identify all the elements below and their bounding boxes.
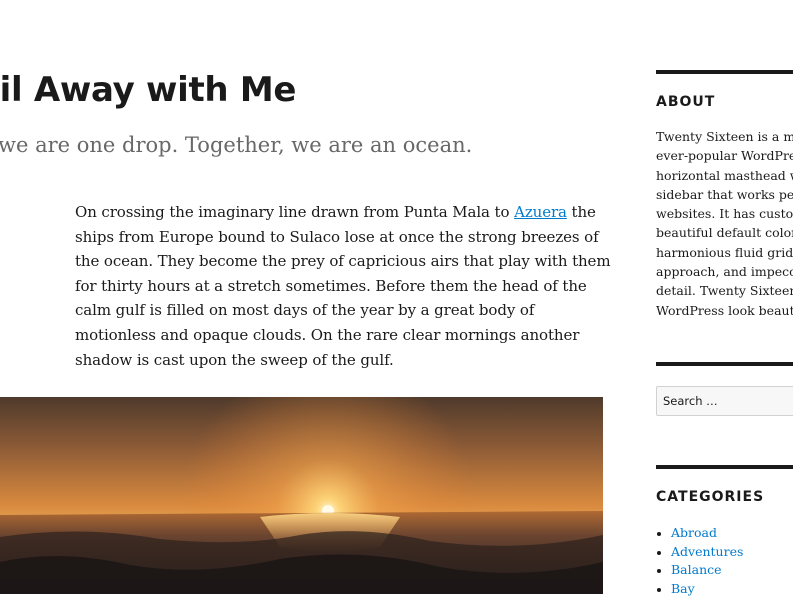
categories-divider bbox=[656, 465, 793, 469]
post-body-text: On crossing the imaginary line drawn fro… bbox=[75, 203, 514, 221]
about-line: approach, and impeccab bbox=[656, 262, 793, 281]
about-line: beautiful default color s bbox=[656, 223, 793, 242]
sunset-ocean-image bbox=[0, 397, 603, 594]
category-item: Abroad bbox=[656, 524, 743, 543]
search-field bbox=[656, 386, 793, 416]
about-line: detail. Twenty Sixteen w bbox=[656, 281, 793, 300]
post-title: ail Away with Me bbox=[0, 70, 296, 110]
category-item: Balance bbox=[656, 561, 743, 580]
category-item: Bay bbox=[656, 580, 743, 598]
about-heading: ABOUT bbox=[656, 94, 715, 110]
about-line: websites. It has custom bbox=[656, 204, 793, 223]
categories-list: Abroad Adventures Balance Bay bbox=[656, 524, 743, 598]
azuera-link[interactable]: Azuera bbox=[514, 203, 567, 221]
search-input[interactable] bbox=[657, 387, 793, 415]
about-line: horizontal masthead wit bbox=[656, 166, 793, 185]
about-line: ever-popular WordPress bbox=[656, 146, 793, 165]
about-text: Twenty Sixteen is a mod ever-popular Wor… bbox=[656, 127, 793, 320]
search-divider bbox=[656, 362, 793, 366]
category-item: Adventures bbox=[656, 543, 743, 562]
about-line: WordPress look beautifu bbox=[656, 301, 793, 320]
post-body: On crossing the imaginary line drawn fro… bbox=[75, 200, 615, 372]
about-line: Twenty Sixteen is a mod bbox=[656, 127, 793, 146]
post-body-text-continued: the ships from Europe bound to Sulaco lo… bbox=[75, 203, 610, 369]
about-line: sidebar that works perfe bbox=[656, 185, 793, 204]
about-line: harmonious fluid grid us bbox=[656, 243, 793, 262]
about-divider bbox=[656, 70, 793, 74]
categories-heading: CATEGORIES bbox=[656, 489, 764, 505]
category-link-balance[interactable]: Balance bbox=[671, 562, 722, 577]
post-subtitle: we are one drop. Together, we are an oce… bbox=[0, 133, 472, 157]
category-link-bay[interactable]: Bay bbox=[671, 581, 695, 596]
category-link-abroad[interactable]: Abroad bbox=[671, 525, 717, 540]
category-link-adventures[interactable]: Adventures bbox=[671, 544, 743, 559]
